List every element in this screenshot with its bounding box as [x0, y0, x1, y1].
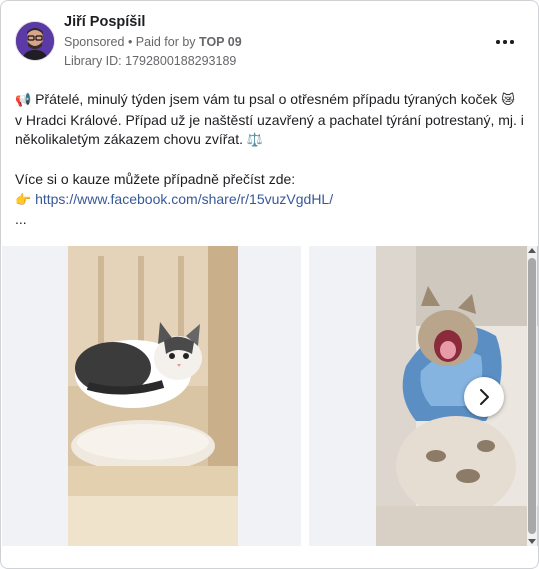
paid-for-label: • Paid for by — [124, 35, 200, 49]
scroll-down-icon[interactable] — [528, 539, 536, 544]
avatar[interactable] — [15, 21, 55, 61]
chevron-right-icon — [480, 389, 489, 405]
post-text-line1: Přátelé, minulý týden jsem vám tu psal o… — [31, 91, 502, 107]
ad-card: Jiří Pospíšil Sponsored • Paid for by TO… — [0, 0, 539, 569]
post-text-line3: Více si o kauze můžete případně přečíst … — [15, 171, 296, 187]
more-horizontal-icon — [496, 40, 500, 44]
post-text: 📢 Přátelé, minulý týden jsem vám tu psal… — [15, 90, 525, 230]
post-text-line2: v Hradci Králové. Případ už je naštěstí … — [15, 111, 524, 148]
vertical-scrollbar[interactable] — [527, 246, 537, 546]
crying-cat-icon: 😿 — [501, 93, 515, 108]
scrollbar-thumb[interactable] — [528, 258, 536, 534]
carousel-next-button[interactable] — [464, 377, 504, 417]
scroll-up-icon[interactable] — [528, 248, 536, 253]
paid-by-name[interactable]: TOP 09 — [199, 35, 242, 49]
see-more-ellipsis[interactable]: ... — [15, 210, 525, 230]
kitten-photo — [68, 246, 238, 546]
image-carousel[interactable] — [2, 246, 538, 546]
sponsored-line: Sponsored • Paid for by TOP 09 — [64, 35, 242, 49]
sponsored-label: Sponsored — [64, 35, 125, 49]
carousel-slide-1[interactable] — [2, 246, 301, 546]
author-name[interactable]: Jiří Pospíšil — [64, 14, 145, 30]
post-link[interactable]: https://www.facebook.com/share/r/15vuzVg… — [35, 191, 333, 207]
pointing-hand-icon: 👉 — [15, 192, 32, 208]
megaphone-icon: 📢 — [15, 93, 32, 108]
cat-with-cone-photo — [376, 246, 538, 546]
scales-icon: ⚖️ — [246, 133, 264, 148]
library-id: Library ID: 1792800188293189 — [64, 54, 237, 68]
more-options-button[interactable] — [494, 31, 518, 51]
